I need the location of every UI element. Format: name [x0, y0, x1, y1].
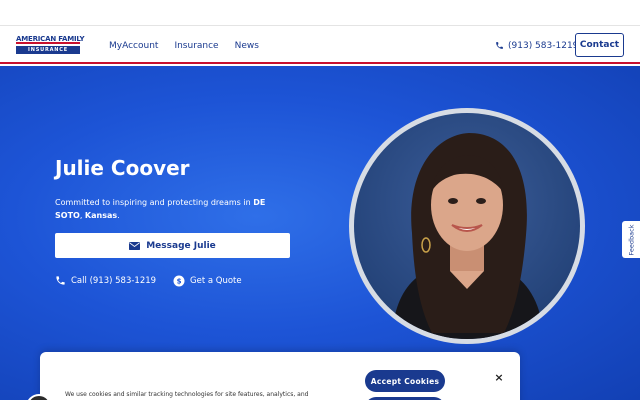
- site-header: AMERICAN FAMILY INSURANCE MyAccount Insu…: [0, 27, 640, 64]
- agent-hero: Julie Coover Committed to inspiring and …: [0, 66, 640, 400]
- message-agent-button[interactable]: Message Julie: [55, 233, 290, 258]
- feedback-tab[interactable]: Feedback: [622, 221, 640, 258]
- message-agent-label: Message Julie: [146, 240, 216, 251]
- phone-icon: [56, 276, 65, 285]
- svg-text:$: $: [177, 278, 182, 286]
- call-agent-link[interactable]: Call (913) 583-1219: [55, 275, 156, 286]
- cookie-banner: We use cookies and similar tracking tech…: [40, 352, 520, 400]
- tagline-end: .: [117, 211, 120, 220]
- agent-tagline: Committed to inspiring and protecting dr…: [55, 196, 295, 222]
- phone-icon: [496, 42, 503, 49]
- close-icon[interactable]: ×: [490, 369, 508, 387]
- feedback-label: Feedback: [627, 224, 635, 255]
- get-quote-link[interactable]: $ Get a Quote: [173, 275, 242, 287]
- nav-myaccount[interactable]: MyAccount: [109, 41, 158, 51]
- top-strip: [0, 0, 640, 26]
- header-phone-link[interactable]: (913) 583-1219: [495, 27, 578, 64]
- main-nav: MyAccount Insurance News: [109, 27, 259, 64]
- accept-cookies-button[interactable]: Accept Cookies: [365, 370, 445, 392]
- contact-button[interactable]: Contact: [575, 33, 624, 57]
- agent-portrait-image: [392, 133, 544, 339]
- dollar-circle-icon: $: [173, 275, 185, 287]
- agent-photo: [354, 113, 580, 339]
- header-phone-text: (913) 583-1219: [508, 40, 579, 51]
- call-agent-label: Call (913) 583-1219: [71, 275, 157, 286]
- tagline-state: Kansas: [84, 211, 118, 220]
- tagline-prefix: Committed to inspiring and protecting dr…: [55, 198, 254, 207]
- agent-photo-frame: [349, 108, 585, 344]
- agent-name: Julie Coover: [55, 156, 190, 180]
- american-family-logo[interactable]: AMERICAN FAMILY INSURANCE: [16, 34, 85, 56]
- logo-line-1: AMERICAN FAMILY: [16, 35, 85, 44]
- nav-insurance[interactable]: Insurance: [174, 41, 218, 51]
- cookie-notice-text: We use cookies and similar tracking tech…: [65, 391, 309, 398]
- envelope-icon: [129, 241, 141, 250]
- logo-line-2: INSURANCE: [16, 46, 80, 54]
- nav-news[interactable]: News: [235, 41, 259, 51]
- get-quote-label: Get a Quote: [190, 276, 242, 286]
